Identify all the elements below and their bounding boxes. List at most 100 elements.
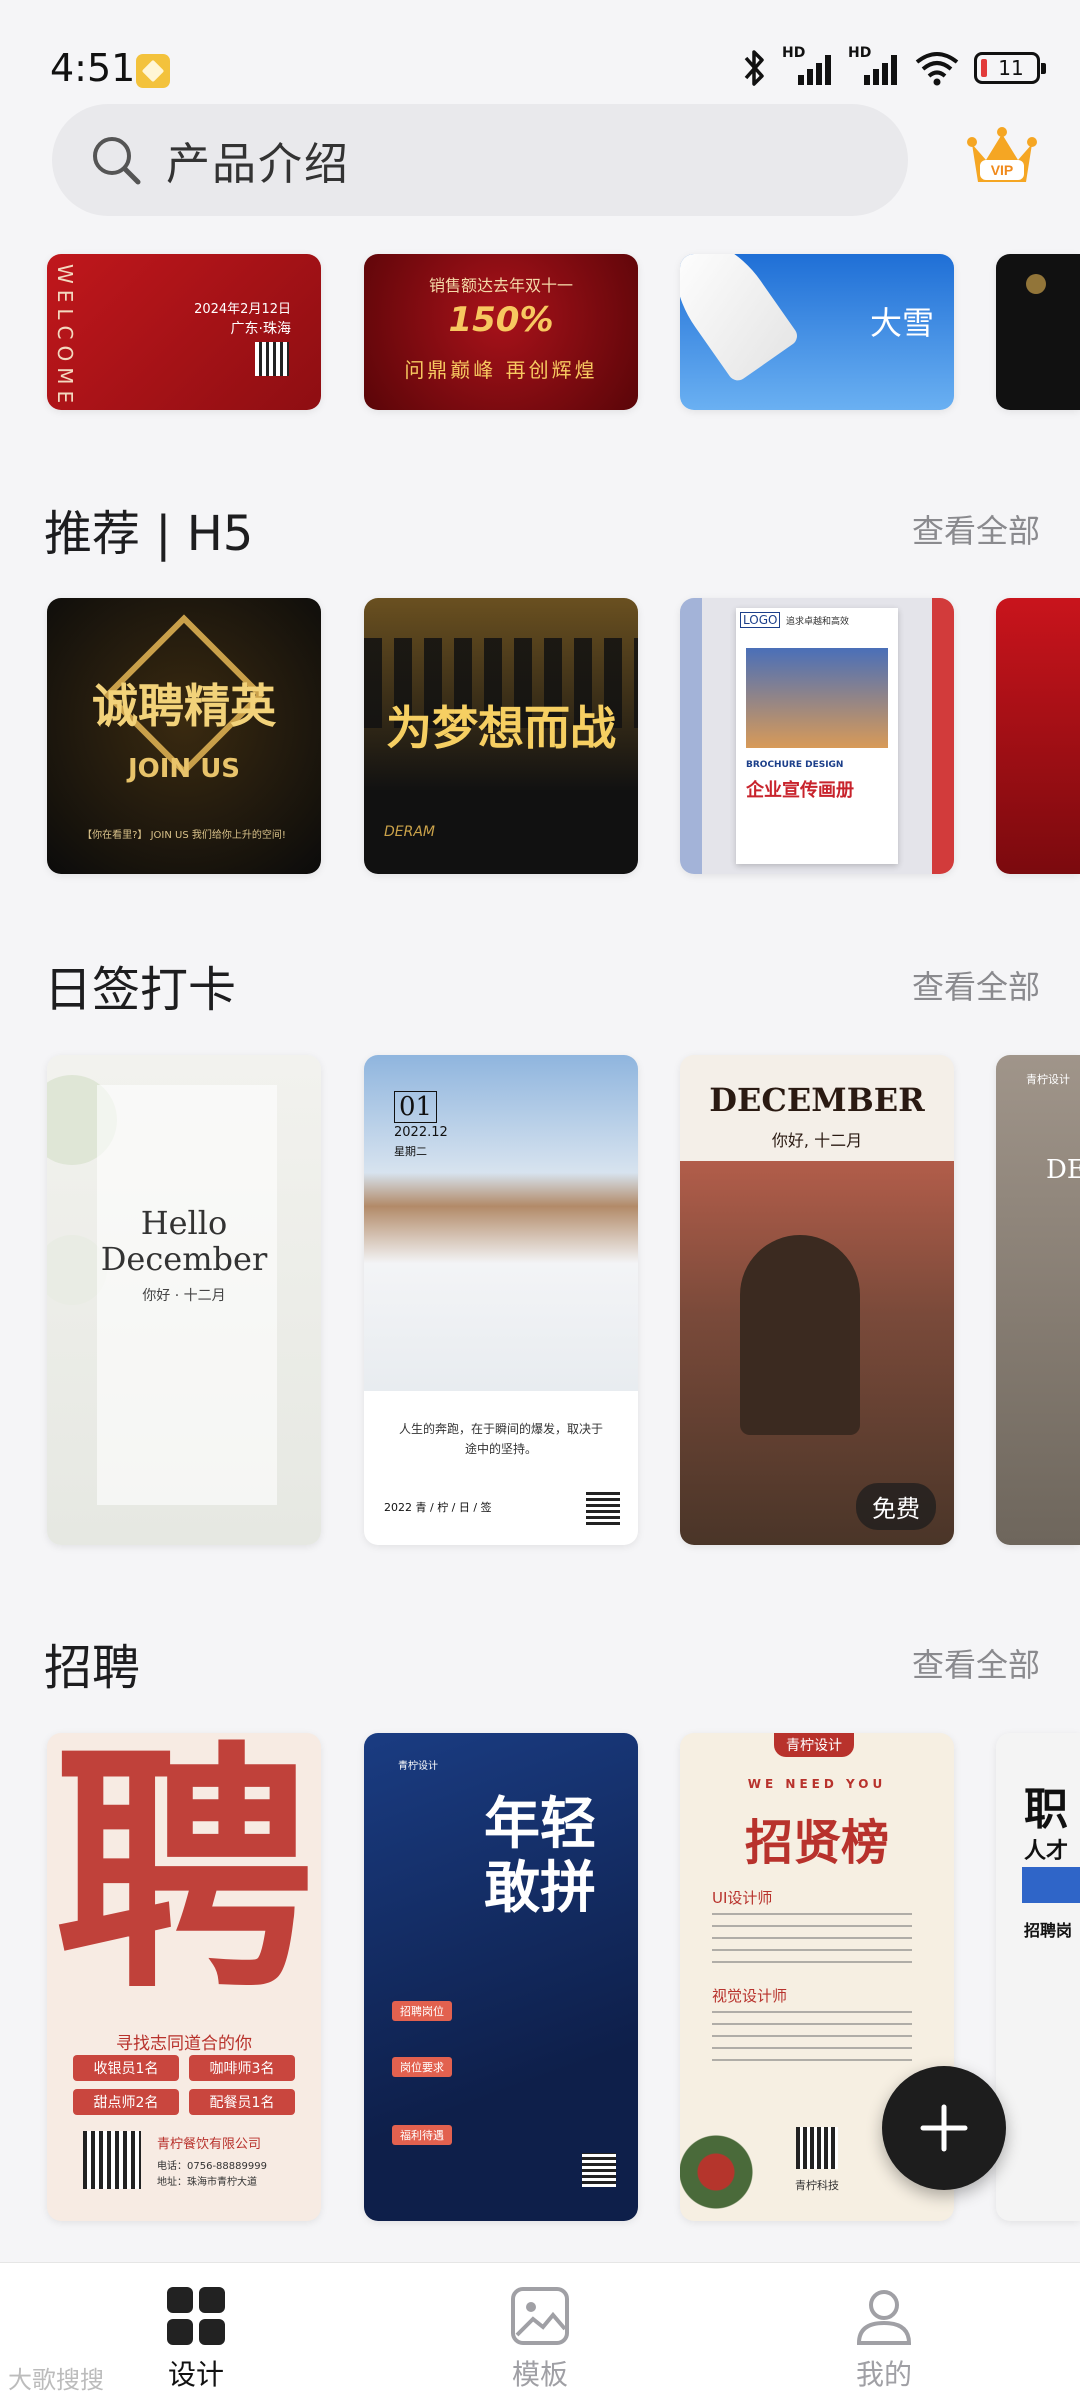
card-title: DE xyxy=(1046,1155,1080,1185)
cellular-signal-2-icon: HD xyxy=(848,45,900,85)
template-card-dream[interactable]: 为梦想而战 DERAM xyxy=(364,598,638,874)
template-card-hello-december[interactable]: Hello December 你好 · 十二月 xyxy=(47,1055,321,1545)
card-place: 广东·珠海 xyxy=(230,321,291,337)
nav-label-mine: 我的 xyxy=(855,2358,912,2391)
date-day: 01 xyxy=(394,1091,438,1123)
brochure-title: 企业宣传画册 xyxy=(746,780,854,801)
signal-hd-label-1: HD xyxy=(782,45,806,61)
tag-1: 招聘岗位 xyxy=(392,2001,452,2021)
see-all-link-daily[interactable]: 查看全部 xyxy=(912,962,1040,1008)
nav-tab-mine[interactable]: 我的 xyxy=(784,2283,984,2393)
company-name: 青柠餐饮有限公司 xyxy=(157,2137,262,2152)
status-indicators: HD HD 11 xyxy=(740,45,1046,90)
card-eng: WE NEED YOU xyxy=(747,1777,887,1791)
card-sub: JOIN US xyxy=(127,754,241,784)
card-title: 职 xyxy=(1024,1784,1068,1835)
card-brand: 青柠设计 xyxy=(1026,1073,1070,1086)
card-title: DECEMBER xyxy=(709,1081,925,1119)
section-header-recruit: 招聘 查看全部 xyxy=(44,1628,1040,1698)
template-card-recruit-cafe[interactable]: 聘 寻找志同道合的你 收银员1名 咖啡师3名 甜点师2名 配餐员1名 青柠餐饮有… xyxy=(47,1733,321,2221)
template-card-sales[interactable]: 销售额达去年双十一 150% 问鼎巅峰 再创辉煌 xyxy=(364,254,638,410)
job-1: UI设计师 xyxy=(712,1889,773,1907)
qr-code-icon xyxy=(796,2127,838,2169)
qr-code-icon xyxy=(83,2131,141,2189)
profile-icon xyxy=(856,2290,912,2345)
wifi-icon xyxy=(915,52,959,86)
card-title: 大雪 xyxy=(870,304,935,342)
top-template-row: WELCOME 2024年2月12日 广东·珠海 销售额达去年双十一 150% … xyxy=(0,254,1080,410)
job-tag: 配餐员1名 xyxy=(189,2089,295,2115)
company-phone: 电话：0756-88889999 xyxy=(157,2161,267,2172)
template-card-recruit-elite[interactable]: 诚聘精英 JOIN US 【你在看里?】 JOIN US 我们给你上升的空间! xyxy=(47,598,321,874)
qr-code-icon xyxy=(255,342,289,376)
notification-app-icon xyxy=(136,54,170,88)
brochure-logo: LOGO xyxy=(740,612,781,628)
qr-code-icon xyxy=(586,1491,620,1525)
section-header-daily: 日签打卡 查看全部 xyxy=(44,950,1040,1020)
card-title: 诚聘精英 xyxy=(92,679,276,733)
section-header-h5: 推荐 | H5 查看全部 xyxy=(44,494,1040,564)
card-title: 年轻敢拼 xyxy=(484,1792,596,1921)
card-line: 寻找志同道合的你 xyxy=(116,2034,252,2054)
card-tag: 【你在看里?】 JOIN US 我们给你上升的空间! xyxy=(82,830,286,841)
see-all-link-h5[interactable]: 查看全部 xyxy=(912,506,1040,552)
section-title-h5: 推荐 | H5 xyxy=(44,506,254,562)
card-title: Hello December xyxy=(100,1204,268,1278)
job-2: 视觉设计师 xyxy=(712,1987,788,2005)
design-grid-icon xyxy=(167,2287,225,2345)
nav-tab-design[interactable]: 设计 xyxy=(96,2283,296,2393)
template-card-recruit-young[interactable]: 青柠设计 年轻敢拼 招聘岗位 岗位要求 福利待遇 xyxy=(364,1733,638,2221)
card-sub: DERAM xyxy=(384,824,436,840)
card-brand: 青柠设计 xyxy=(774,1733,854,1757)
search-bar[interactable]: 产品介绍 xyxy=(52,104,908,216)
nav-label-design: 设计 xyxy=(167,2358,224,2391)
card-title: 招贤榜 xyxy=(744,1815,889,1871)
card-year: 2022 青 / 柠 / 日 / 签 xyxy=(384,1501,492,1514)
tag-2: 岗位要求 xyxy=(392,2057,452,2077)
brochure-header: 追求卓越和高效 xyxy=(786,617,850,627)
see-all-link-recruit[interactable]: 查看全部 xyxy=(912,1640,1040,1686)
card-side-text: WELCOME xyxy=(53,264,77,410)
battery-icon: 11 xyxy=(974,52,1046,84)
tag-3: 福利待遇 xyxy=(392,2125,452,2145)
search-icon xyxy=(93,137,141,185)
brochure-eng: BROCHURE DESIGN xyxy=(746,760,844,770)
status-time: 4:51 xyxy=(50,46,136,90)
vip-crown-icon[interactable]: VIP xyxy=(966,126,1038,192)
h5-template-row: 诚聘精英 JOIN US 【你在看里?】 JOIN US 我们给你上升的空间! … xyxy=(0,598,1080,874)
template-image-icon xyxy=(511,2287,569,2345)
search-query-text: 产品介绍 xyxy=(166,139,350,190)
card-big-char: 聘 xyxy=(54,1733,314,2024)
template-card-recruit-partial[interactable]: 职 人才 招聘岗 xyxy=(996,1733,1080,2221)
section-title-daily: 日签打卡 xyxy=(44,962,237,1018)
template-card-red-partial[interactable] xyxy=(996,598,1080,874)
template-card-december[interactable]: DECEMBER 你好, 十二月 免费 xyxy=(680,1055,954,1545)
card-line: 招聘岗 xyxy=(1024,1921,1073,1940)
template-card-snow[interactable]: 大雪 xyxy=(680,254,954,410)
card-sub: 你好, 十二月 xyxy=(771,1131,863,1150)
free-badge: 免费 xyxy=(856,1483,936,1530)
company-address: 地址：珠海市青柠大道 xyxy=(157,2177,257,2188)
template-card-daily-partial[interactable]: 青柠设计 DE xyxy=(996,1055,1080,1545)
template-card-brochure[interactable]: LOGO 追求卓越和高效 BROCHURE DESIGN 企业宣传画册 xyxy=(680,598,954,874)
cellular-signal-1-icon: HD xyxy=(782,45,834,85)
status-bar: 4:51 HD HD 11 xyxy=(0,0,1080,100)
template-card-welcome[interactable]: WELCOME 2024年2月12日 广东·珠海 xyxy=(47,254,321,410)
card-brand: 青柠设计 xyxy=(398,1761,438,1772)
job-list: 收银员1名 咖啡师3名 甜点师2名 配餐员1名 xyxy=(73,2055,295,2115)
section-title-recruit: 招聘 xyxy=(44,1640,141,1696)
card-title: 为梦想而战 xyxy=(386,701,616,755)
template-card-dark-partial[interactable] xyxy=(996,254,1080,410)
card-sub: 你好 · 十二月 xyxy=(142,1288,226,1304)
nav-label-template: 模板 xyxy=(511,2358,568,2391)
bluetooth-icon xyxy=(744,50,764,86)
battery-level: 11 xyxy=(998,56,1024,80)
nav-tab-template[interactable]: 模板 xyxy=(440,2283,640,2393)
signal-hd-label-2: HD xyxy=(848,45,872,61)
job-tag: 甜点师2名 xyxy=(73,2089,179,2115)
job-tag: 咖啡师3名 xyxy=(189,2055,295,2081)
create-fab-button[interactable] xyxy=(882,2066,1006,2190)
qr-code-icon xyxy=(582,2153,616,2187)
daily-template-row: Hello December 你好 · 十二月 01 2022.12 星期二 人… xyxy=(0,1055,1080,1545)
template-card-snow-day[interactable]: 01 2022.12 星期二 人生的奔跑，在于瞬间的爆发，取决于途中的坚持。 2… xyxy=(364,1055,638,1545)
